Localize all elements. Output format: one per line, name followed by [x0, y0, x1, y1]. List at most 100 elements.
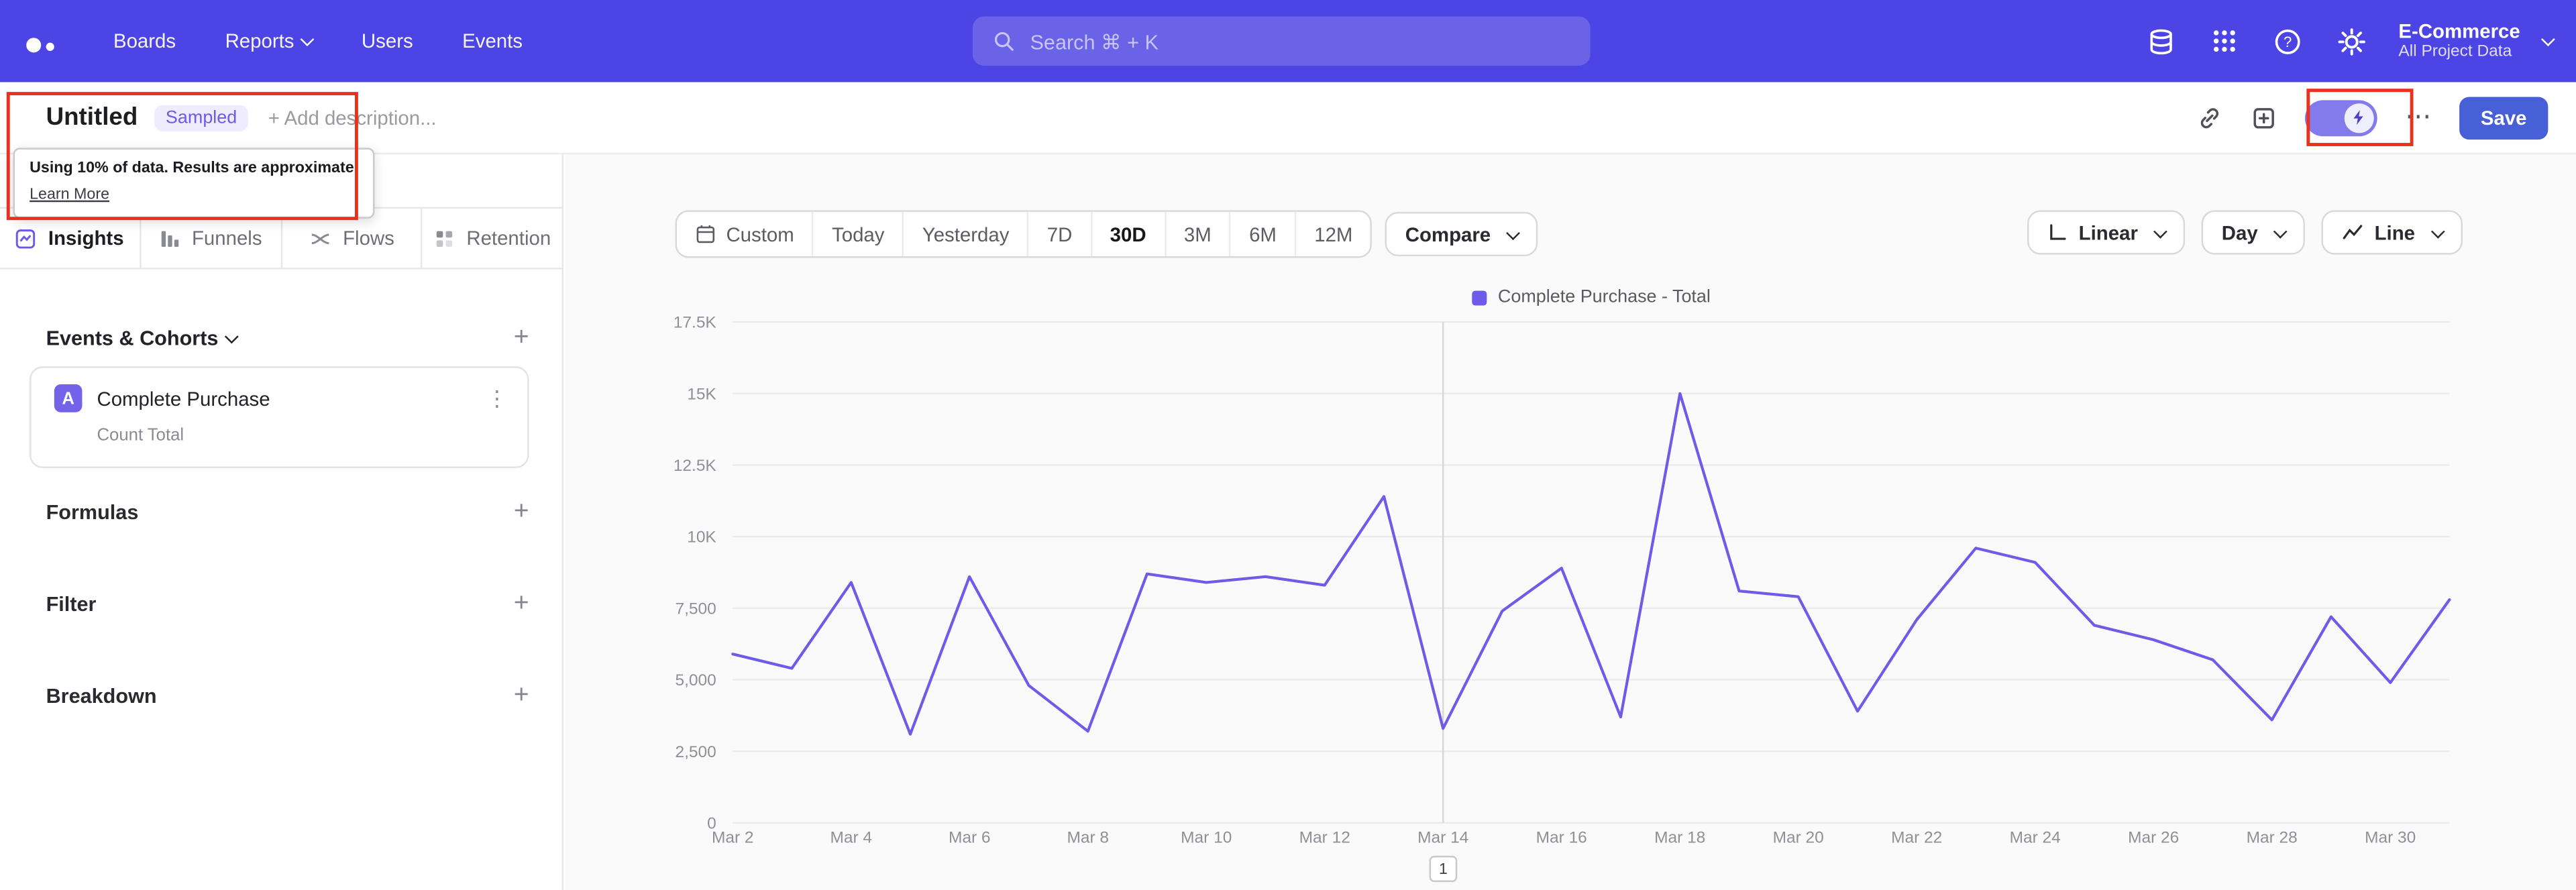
report-header-actions: ⋯ Save: [2196, 82, 2548, 152]
svg-text:Mar 20: Mar 20: [1773, 828, 1824, 846]
add-description[interactable]: + Add description...: [268, 106, 437, 129]
add-event-button[interactable]: +: [514, 325, 529, 351]
tab-retention[interactable]: Retention: [423, 209, 562, 268]
chevron-down-icon: [300, 32, 315, 47]
formulas-label: Formulas: [46, 500, 139, 524]
breakdown-section: Breakdown +: [46, 683, 529, 709]
svg-text:Mar 18: Mar 18: [1654, 828, 1705, 846]
search-icon: [992, 30, 1015, 52]
more-menu-icon[interactable]: ⋯: [2405, 103, 2431, 129]
line-chart: 17.5K15K12.5K10K7,5005,0002,5000Mar 2 Mar…: [674, 314, 2451, 846]
apps-grid-icon[interactable]: [2211, 28, 2237, 54]
compare-label: Compare: [1405, 222, 1491, 246]
nav-reports[interactable]: Reports: [225, 30, 315, 53]
view-controls: Linear Day Line: [2027, 210, 2463, 255]
range-custom[interactable]: Custom: [677, 212, 812, 256]
event-kebab-menu-icon[interactable]: ⋮: [486, 385, 508, 411]
lightning-bolt-icon: [2344, 103, 2374, 133]
report-canvas: Custom Today Yesterday 7D 30D 3M 6M 12M …: [565, 152, 2576, 890]
calendar-icon: [696, 225, 715, 243]
project-selector[interactable]: E-Commerce All Project Data: [2398, 0, 2555, 82]
filter-section: Filter +: [46, 590, 529, 616]
scale-dropdown[interactable]: Linear: [2027, 210, 2186, 255]
svg-text:?: ?: [2284, 33, 2292, 50]
range-3m[interactable]: 3M: [1164, 211, 1230, 257]
svg-text:Mar 24: Mar 24: [2010, 828, 2061, 846]
range-yesterday[interactable]: Yesterday: [902, 211, 1027, 257]
svg-text:7,500: 7,500: [676, 600, 716, 618]
chevron-down-icon: [2273, 223, 2288, 238]
date-range-controls: Custom Today Yesterday 7D 30D 3M 6M 12M …: [675, 210, 1539, 258]
range-custom-label: Custom: [726, 222, 794, 246]
topbar-icons: ?: [2147, 0, 2366, 82]
tab-flows-label: Flows: [343, 226, 394, 250]
range-12m[interactable]: 12M: [1294, 211, 1371, 257]
help-icon[interactable]: ?: [2273, 27, 2302, 55]
event-row-main: A Complete Purchase ⋮: [54, 384, 508, 412]
svg-text:Mar 16: Mar 16: [1536, 828, 1587, 846]
chevron-down-icon: [224, 329, 239, 344]
tab-retention-label: Retention: [466, 226, 551, 250]
search-input[interactable]: Search ⌘ + K: [972, 16, 1591, 66]
primary-nav: Boards Reports Users Events: [113, 30, 523, 52]
insights-icon: [16, 228, 36, 248]
interval-label: Day: [2221, 221, 2258, 244]
formulas-section: Formulas +: [46, 498, 529, 524]
nav-events[interactable]: Events: [462, 30, 523, 52]
svg-text:Mar 30: Mar 30: [2365, 828, 2416, 846]
range-today[interactable]: Today: [812, 211, 903, 257]
tooltip-text: Using 10% of data. Results are approxima…: [30, 159, 359, 178]
chart-type-dropdown[interactable]: Line: [2322, 210, 2463, 255]
report-title[interactable]: Untitled: [46, 103, 138, 131]
range-6m[interactable]: 6M: [1229, 211, 1295, 257]
add-formula-button[interactable]: +: [514, 498, 529, 524]
scale-label: Linear: [2078, 221, 2138, 244]
tab-insights-label: Insights: [48, 226, 124, 250]
range-30d[interactable]: 30D: [1090, 211, 1164, 257]
nav-users[interactable]: Users: [362, 30, 413, 52]
svg-text:Mar 8: Mar 8: [1067, 828, 1109, 846]
compare-button[interactable]: Compare: [1385, 211, 1539, 257]
svg-text:17.5K: 17.5K: [674, 314, 717, 332]
chevron-down-icon: [2540, 32, 2555, 47]
interval-dropdown[interactable]: Day: [2202, 210, 2306, 255]
sampling-toggle[interactable]: [2304, 99, 2377, 136]
top-nav-bar: Boards Reports Users Events Search ⌘ + K…: [0, 0, 2576, 82]
settings-gear-icon[interactable]: [2338, 27, 2366, 55]
save-button[interactable]: Save: [2459, 96, 2548, 139]
svg-text:2,500: 2,500: [676, 743, 716, 761]
event-metric[interactable]: Count Total: [97, 425, 527, 445]
data-management-icon[interactable]: [2147, 27, 2176, 55]
learn-more-link[interactable]: Learn More: [30, 186, 109, 204]
search-placeholder: Search ⌘ + K: [1030, 30, 1159, 54]
add-filter-button[interactable]: +: [514, 590, 529, 616]
sampled-badge[interactable]: Sampled: [154, 104, 249, 131]
svg-text:5,000: 5,000: [676, 671, 716, 689]
query-builder-sidebar: Insights Funnels Flows Retention Events …: [0, 152, 564, 890]
events-cohorts-dropdown[interactable]: Events & Cohorts: [46, 327, 239, 350]
copy-link-icon[interactable]: [2196, 105, 2222, 131]
chart-page-marker[interactable]: 1: [1429, 855, 1458, 883]
project-scope: All Project Data: [2398, 42, 2512, 61]
svg-text:15K: 15K: [687, 385, 716, 403]
flows-icon: [311, 233, 329, 243]
svg-text:Mar 2: Mar 2: [712, 828, 754, 846]
chevron-down-icon: [1507, 225, 1521, 239]
nav-reports-label: Reports: [225, 30, 294, 53]
mixpanel-logo-icon[interactable]: [26, 30, 54, 53]
svg-text:Mar 14: Mar 14: [1417, 828, 1468, 846]
svg-text:Mar 12: Mar 12: [1299, 828, 1350, 846]
range-7d[interactable]: 7D: [1027, 211, 1090, 257]
report-header: Untitled Sampled + Add description... ⋯ …: [0, 82, 2576, 155]
svg-text:Mar 22: Mar 22: [1891, 828, 1942, 846]
event-row[interactable]: A Complete Purchase ⋮ Count Total: [30, 366, 529, 468]
add-to-board-icon[interactable]: [2251, 105, 2277, 131]
chevron-down-icon: [2153, 223, 2168, 238]
svg-text:Mar 6: Mar 6: [949, 828, 991, 846]
add-breakdown-button[interactable]: +: [514, 683, 529, 709]
funnels-icon: [161, 230, 178, 246]
nav-boards[interactable]: Boards: [113, 30, 176, 52]
sampling-tooltip: Using 10% of data. Results are approxima…: [13, 148, 375, 219]
svg-text:Mar 10: Mar 10: [1181, 828, 1232, 846]
svg-text:Mar 4: Mar 4: [830, 828, 872, 846]
